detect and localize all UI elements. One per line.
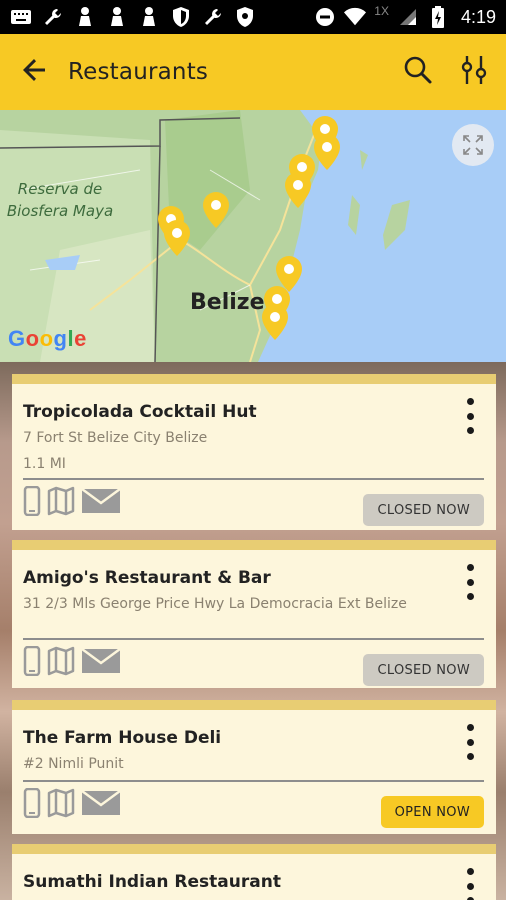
search-button[interactable] bbox=[400, 54, 436, 90]
map-pin-icon[interactable] bbox=[203, 192, 229, 228]
list-item[interactable]: The Farm House Deli #2 Nimli Punit OPEN … bbox=[12, 700, 496, 834]
map-pin-icon[interactable] bbox=[314, 134, 340, 170]
expand-icon bbox=[462, 134, 484, 156]
sliders-icon bbox=[459, 54, 489, 90]
filter-button[interactable] bbox=[456, 54, 492, 90]
chess-pawn-icon bbox=[106, 6, 128, 28]
cell-signal-icon bbox=[397, 6, 419, 28]
restaurant-name: Tropicolada Cocktail Hut bbox=[23, 402, 257, 422]
divider bbox=[23, 478, 484, 480]
restaurant-list[interactable]: Tropicolada Cocktail Hut 7 Fort St Beliz… bbox=[0, 362, 506, 900]
app-bar: Restaurants bbox=[0, 34, 506, 110]
arrow-back-icon bbox=[20, 56, 48, 88]
battery-charging-icon bbox=[427, 6, 449, 28]
expand-map-button[interactable] bbox=[452, 124, 494, 166]
wrench-icon bbox=[42, 6, 64, 28]
status-badge: OPEN NOW bbox=[380, 796, 484, 828]
email-icon[interactable] bbox=[81, 788, 121, 822]
wrench-icon bbox=[202, 6, 224, 28]
shield-icon bbox=[170, 6, 192, 28]
status-badge: CLOSED NOW bbox=[363, 654, 484, 686]
map-view[interactable]: Reserva de Biosfera Maya Belize Google bbox=[0, 110, 506, 362]
clock: 4:19 bbox=[460, 6, 496, 27]
more-options-button[interactable] bbox=[460, 868, 480, 900]
search-icon bbox=[403, 55, 433, 89]
map-pin-icon[interactable] bbox=[285, 172, 311, 208]
map-icon[interactable] bbox=[47, 646, 75, 680]
map-icon[interactable] bbox=[47, 788, 75, 822]
more-options-button[interactable] bbox=[460, 724, 480, 760]
email-icon[interactable] bbox=[81, 486, 121, 520]
map-pin-icon[interactable] bbox=[262, 304, 288, 340]
list-item[interactable]: Amigo's Restaurant & Bar 31 2/3 Mls Geor… bbox=[12, 540, 496, 688]
list-item[interactable]: Tropicolada Cocktail Hut 7 Fort St Beliz… bbox=[12, 374, 496, 530]
wifi-icon bbox=[344, 6, 367, 28]
divider bbox=[23, 780, 484, 782]
back-button[interactable] bbox=[14, 52, 54, 92]
phone-icon[interactable] bbox=[23, 787, 41, 822]
chess-pawn-icon bbox=[74, 6, 96, 28]
chess-pawn-icon bbox=[138, 6, 160, 28]
page-title: Restaurants bbox=[68, 59, 209, 85]
status-bar: 1X 4:19 bbox=[0, 0, 506, 34]
restaurant-name: Amigo's Restaurant & Bar bbox=[23, 568, 271, 588]
restaurant-address: 7 Fort St Belize City Belize bbox=[23, 430, 208, 446]
phone-icon[interactable] bbox=[23, 645, 41, 680]
restaurant-distance: 1.1 MI bbox=[23, 456, 66, 472]
do-not-disturb-icon bbox=[314, 6, 336, 28]
restaurant-address: 31 2/3 Mls George Price Hwy La Democraci… bbox=[23, 596, 407, 612]
vpn-icon bbox=[234, 6, 256, 28]
map-icon[interactable] bbox=[47, 486, 75, 520]
map-region-label: Reserva de Biosfera Maya bbox=[6, 180, 114, 220]
restaurant-name: Sumathi Indian Restaurant bbox=[23, 872, 281, 892]
status-badge: CLOSED NOW bbox=[363, 494, 484, 526]
email-icon[interactable] bbox=[81, 646, 121, 680]
keyboard-icon bbox=[10, 6, 32, 28]
map-city-label: Belize bbox=[190, 290, 265, 315]
more-options-button[interactable] bbox=[460, 564, 480, 600]
google-logo: Google bbox=[8, 326, 87, 351]
phone-icon[interactable] bbox=[23, 485, 41, 520]
more-options-button[interactable] bbox=[460, 398, 480, 434]
restaurant-address: #2 Nimli Punit bbox=[23, 756, 124, 772]
divider bbox=[23, 638, 484, 640]
network-type-label: 1X bbox=[374, 4, 389, 18]
list-item[interactable]: Sumathi Indian Restaurant bbox=[12, 844, 496, 900]
restaurant-name: The Farm House Deli bbox=[23, 728, 222, 748]
map-pin-icon[interactable] bbox=[164, 220, 190, 256]
